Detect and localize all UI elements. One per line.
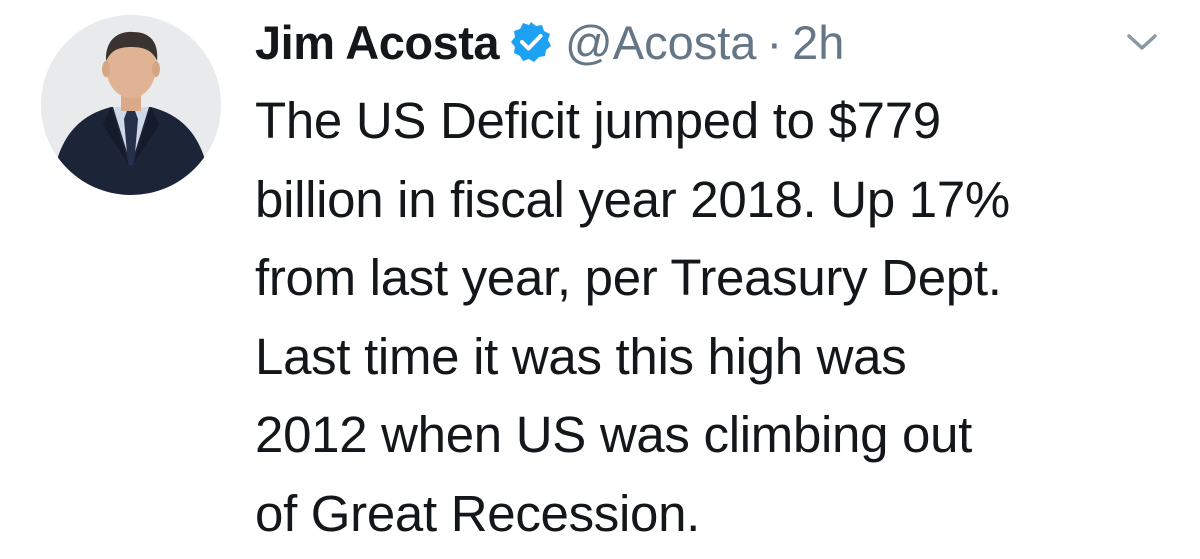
tweet-card[interactable]: Jim Acosta @Acosta · 2h The US Deficit j… [0,0,1200,559]
tweet-header: Jim Acosta @Acosta · 2h [255,10,844,74]
timestamp[interactable]: 2h [792,15,844,70]
tweet-text-line: of Great Recession. [255,484,701,542]
verified-badge-icon [509,20,553,64]
avatar[interactable] [41,15,221,195]
tweet-text-line: billion in fiscal year 2018. Up 17% [255,170,1010,228]
chevron-down-icon[interactable] [1124,30,1160,54]
tweet-text-line: from last year, per Treasury Dept. [255,249,1002,306]
separator-dot: · [766,15,783,69]
tweet-text-line: 2012 when US was climbing out [255,406,973,463]
tweet-text: The US Deficit jumped to $779 billion in… [255,82,1175,553]
tweet-text-line: Last time it was this high was [255,327,907,385]
handle[interactable]: @Acosta [565,15,756,70]
display-name[interactable]: Jim Acosta [255,15,500,70]
tweet-text-line: The US Deficit jumped to $779 [255,92,941,149]
profile-photo-icon [41,15,221,195]
